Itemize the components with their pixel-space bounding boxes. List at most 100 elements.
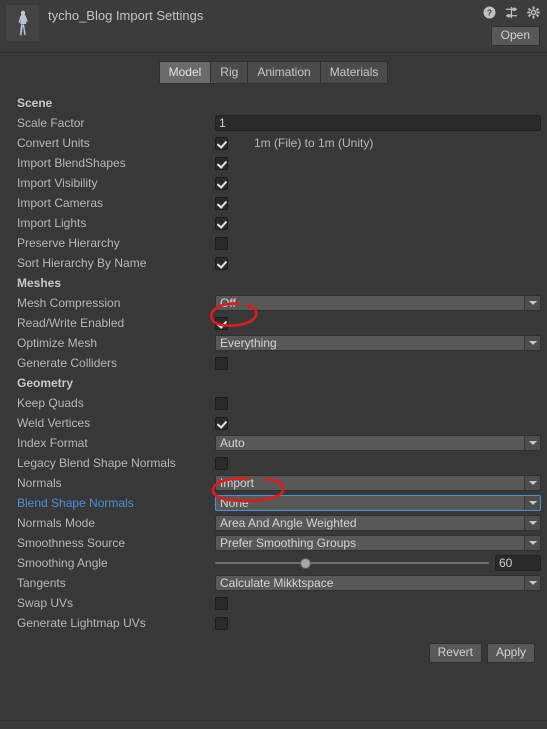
tangents-value: Calculate Mikktspace bbox=[220, 576, 334, 590]
gear-icon[interactable] bbox=[526, 5, 540, 19]
label-smoothing-angle: Smoothing Angle bbox=[17, 556, 108, 570]
chevron-down-icon bbox=[524, 576, 540, 590]
label-import-cameras: Import Cameras bbox=[17, 196, 104, 210]
label-optimize-mesh: Optimize Mesh bbox=[17, 336, 98, 350]
tab-materials[interactable]: Materials bbox=[319, 61, 389, 84]
row-scale-factor: Scale Factor bbox=[6, 113, 541, 133]
tab-animation[interactable]: Animation bbox=[247, 61, 320, 84]
blend-shape-normals-dropdown[interactable]: None bbox=[215, 495, 541, 511]
row-import-visibility: Import Visibility bbox=[6, 173, 541, 193]
mesh-compression-value: Off bbox=[220, 296, 236, 310]
convert-units-checkbox[interactable] bbox=[215, 136, 228, 150]
revert-button[interactable]: Revert bbox=[428, 643, 482, 663]
smoothing-angle-input[interactable] bbox=[495, 555, 541, 571]
preserve-hierarchy-checkbox[interactable] bbox=[215, 236, 228, 250]
chevron-down-icon bbox=[524, 436, 540, 450]
section-header-meshes: Meshes bbox=[17, 276, 62, 290]
label-read-write-enabled: Read/Write Enabled bbox=[17, 316, 125, 330]
index-format-dropdown[interactable]: Auto bbox=[215, 435, 541, 451]
chevron-down-icon bbox=[524, 496, 540, 510]
row-generate-colliders: Generate Colliders bbox=[6, 353, 541, 373]
sort-hierarchy-by-name-checkbox[interactable] bbox=[215, 256, 228, 270]
tab-bar: Model Rig Animation Materials bbox=[0, 53, 547, 93]
row-read-write-enabled: Read/Write Enabled bbox=[6, 313, 541, 333]
label-swap-uvs: Swap UVs bbox=[17, 596, 74, 610]
mesh-compression-dropdown[interactable]: Off bbox=[215, 295, 541, 311]
footer-divider bbox=[0, 720, 547, 721]
label-keep-quads: Keep Quads bbox=[17, 396, 84, 410]
label-import-visibility: Import Visibility bbox=[17, 176, 98, 190]
row-tangents: Tangents Calculate Mikktspace bbox=[6, 573, 541, 593]
row-import-blendshapes: Import BlendShapes bbox=[6, 153, 541, 173]
import-visibility-checkbox[interactable] bbox=[215, 176, 228, 190]
legacy-blend-shape-normals-checkbox[interactable] bbox=[215, 456, 228, 470]
optimize-mesh-dropdown[interactable]: Everything bbox=[215, 335, 541, 351]
read-write-enabled-checkbox[interactable] bbox=[215, 316, 228, 330]
row-keep-quads: Keep Quads bbox=[6, 393, 541, 413]
label-generate-colliders: Generate Colliders bbox=[17, 356, 118, 370]
tab-model[interactable]: Model bbox=[158, 61, 211, 84]
section-header-scene: Scene bbox=[17, 96, 53, 110]
label-legacy-blend-shape-normals: Legacy Blend Shape Normals bbox=[17, 456, 176, 470]
settings-body: Scene Scale Factor Convert Units 1m (Fil… bbox=[0, 93, 547, 663]
tab-rig[interactable]: Rig bbox=[210, 61, 248, 84]
label-import-lights: Import Lights bbox=[17, 216, 87, 230]
generate-colliders-checkbox[interactable] bbox=[215, 356, 228, 370]
label-weld-vertices: Weld Vertices bbox=[17, 416, 91, 430]
label-import-blendshapes: Import BlendShapes bbox=[17, 156, 126, 170]
window-title: tycho_Blog Import Settings bbox=[48, 8, 204, 23]
label-smoothness-source: Smoothness Source bbox=[17, 536, 126, 550]
import-blendshapes-checkbox[interactable] bbox=[215, 156, 228, 170]
label-blend-shape-normals: Blend Shape Normals bbox=[17, 496, 134, 510]
weld-vertices-checkbox[interactable] bbox=[215, 416, 228, 430]
keep-quads-checkbox[interactable] bbox=[215, 396, 228, 410]
row-mesh-compression: Mesh Compression Off bbox=[6, 293, 541, 313]
chevron-down-icon bbox=[524, 476, 540, 490]
generate-lightmap-uvs-checkbox[interactable] bbox=[215, 616, 228, 630]
row-smoothing-angle: Smoothing Angle bbox=[6, 553, 541, 573]
scale-factor-input[interactable] bbox=[215, 115, 541, 131]
tangents-dropdown[interactable]: Calculate Mikktspace bbox=[215, 575, 541, 591]
row-normals: Normals Import bbox=[6, 473, 541, 493]
preset-icon[interactable] bbox=[504, 5, 518, 19]
import-lights-checkbox[interactable] bbox=[215, 216, 228, 230]
row-blend-shape-normals: Blend Shape Normals None bbox=[6, 493, 541, 513]
row-convert-units: Convert Units 1m (File) to 1m (Unity) bbox=[6, 133, 541, 153]
slider-handle[interactable] bbox=[300, 557, 312, 569]
label-preserve-hierarchy: Preserve Hierarchy bbox=[17, 236, 120, 250]
help-icon[interactable]: ? bbox=[482, 5, 496, 19]
chevron-down-icon bbox=[524, 516, 540, 530]
swap-uvs-checkbox[interactable] bbox=[215, 596, 228, 610]
convert-units-note: 1m (File) to 1m (Unity) bbox=[254, 136, 374, 150]
import-cameras-checkbox[interactable] bbox=[215, 196, 228, 210]
asset-preview-thumbnail[interactable] bbox=[6, 5, 39, 41]
smoothness-source-dropdown[interactable]: Prefer Smoothing Groups bbox=[215, 535, 541, 551]
label-tangents: Tangents bbox=[17, 576, 66, 590]
open-button[interactable]: Open bbox=[490, 26, 540, 46]
chevron-down-icon bbox=[524, 336, 540, 350]
row-weld-vertices: Weld Vertices bbox=[6, 413, 541, 433]
window-header: tycho_Blog Import Settings ? Open bbox=[0, 0, 547, 53]
header-icon-group: ? bbox=[482, 5, 540, 19]
row-swap-uvs: Swap UVs bbox=[6, 593, 541, 613]
label-sort-hierarchy-by-name: Sort Hierarchy By Name bbox=[17, 256, 147, 270]
row-sort-hierarchy-by-name: Sort Hierarchy By Name bbox=[6, 253, 541, 273]
label-generate-lightmap-uvs: Generate Lightmap UVs bbox=[17, 616, 146, 630]
character-model-icon bbox=[6, 5, 39, 41]
optimize-mesh-value: Everything bbox=[220, 336, 277, 350]
label-normals-mode: Normals Mode bbox=[17, 516, 96, 530]
smoothing-angle-slider[interactable] bbox=[215, 556, 489, 570]
row-legacy-blend-shape-normals: Legacy Blend Shape Normals bbox=[6, 453, 541, 473]
row-generate-lightmap-uvs: Generate Lightmap UVs bbox=[6, 613, 541, 633]
label-scale-factor: Scale Factor bbox=[17, 116, 85, 130]
row-index-format: Index Format Auto bbox=[6, 433, 541, 453]
row-import-cameras: Import Cameras bbox=[6, 193, 541, 213]
chevron-down-icon bbox=[524, 296, 540, 310]
smoothness-source-value: Prefer Smoothing Groups bbox=[220, 536, 357, 550]
normals-mode-dropdown[interactable]: Area And Angle Weighted bbox=[215, 515, 541, 531]
label-index-format: Index Format bbox=[17, 436, 88, 450]
normals-dropdown[interactable]: Import bbox=[215, 475, 541, 491]
row-import-lights: Import Lights bbox=[6, 213, 541, 233]
section-header-geometry: Geometry bbox=[17, 376, 74, 390]
apply-button[interactable]: Apply bbox=[486, 643, 535, 663]
